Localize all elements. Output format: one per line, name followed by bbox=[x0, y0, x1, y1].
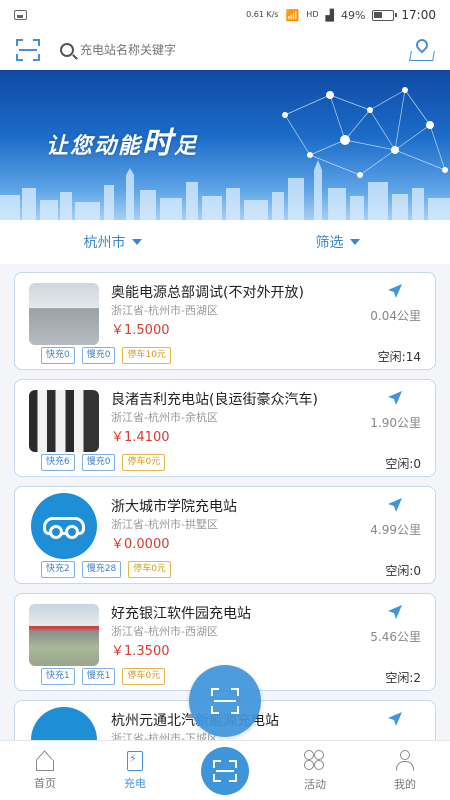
tab-activity-label: 活动 bbox=[304, 777, 326, 791]
navigate-arrow-icon[interactable] bbox=[387, 711, 403, 727]
activity-icon bbox=[304, 749, 326, 772]
charger-tags: 快充6 慢充0 停车0元 bbox=[41, 454, 166, 471]
station-distance: 1.90公里 bbox=[370, 416, 421, 430]
promo-banner[interactable]: 让您动能时足 bbox=[0, 70, 450, 220]
fast-charge-tag: 快充2 bbox=[41, 561, 75, 578]
charging-icon bbox=[127, 750, 143, 771]
home-icon bbox=[34, 749, 56, 771]
chevron-down-icon bbox=[131, 239, 142, 245]
tab-me-label: 我的 bbox=[394, 777, 416, 791]
search-icon bbox=[60, 43, 74, 57]
station-logo bbox=[31, 707, 97, 740]
parking-tag: 停车10元 bbox=[122, 347, 171, 364]
parking-tag: 停车0元 bbox=[122, 668, 166, 685]
station-card[interactable]: 良渚吉利充电站(良运街豪众汽车) 浙江省-杭州市-余杭区 ￥1.4100 1.9… bbox=[14, 379, 436, 477]
battery-icon bbox=[372, 9, 398, 21]
station-photo bbox=[29, 283, 99, 345]
navigate-arrow-icon[interactable] bbox=[387, 604, 403, 620]
top-bar bbox=[0, 30, 450, 70]
search-bar[interactable] bbox=[60, 43, 410, 57]
user-icon bbox=[394, 749, 416, 772]
scan-tab-button bbox=[201, 746, 249, 795]
charger-tags: 快充0 慢充0 停车10元 bbox=[41, 347, 171, 364]
parking-tag: 停车0元 bbox=[122, 454, 166, 471]
station-distance: 5.46公里 bbox=[370, 630, 421, 644]
slow-charge-tag: 慢充0 bbox=[81, 347, 116, 364]
battery-percent: 49% bbox=[340, 8, 366, 22]
floating-scan-button[interactable] bbox=[189, 665, 261, 737]
navigate-arrow-icon[interactable] bbox=[387, 283, 403, 299]
station-card[interactable]: 奥能电源总部调试(不对外开放) 浙江省-杭州市-西湖区 ￥1.5000 0.04… bbox=[14, 272, 436, 370]
station-card[interactable]: 浙大城市学院充电站 浙江省-杭州市-拱墅区 ￥0.0000 4.99公里 快充2… bbox=[14, 486, 436, 584]
idle-count: 空闲:2 bbox=[385, 671, 421, 685]
scan-icon bbox=[211, 688, 239, 714]
network-speed: 0.61 K/s bbox=[246, 10, 279, 19]
car-icon bbox=[43, 517, 85, 539]
parking-tag: 停车0元 bbox=[128, 561, 171, 578]
bottom-tab-bar: 首页 充电 活动 我的 bbox=[0, 740, 450, 800]
filter-bar: 杭州市 筛选 bbox=[0, 220, 450, 264]
slow-charge-tag: 慢充1 bbox=[81, 668, 116, 685]
search-input[interactable] bbox=[80, 43, 360, 57]
slow-charge-tag: 慢充0 bbox=[81, 454, 116, 471]
gallery-notification-icon bbox=[14, 10, 27, 20]
scan-icon[interactable] bbox=[16, 39, 40, 61]
station-name: 浙大城市学院充电站 bbox=[111, 499, 237, 515]
station-price: ￥1.4100 bbox=[111, 430, 170, 445]
charger-tags: 快充2 慢充28 停车0元 bbox=[41, 561, 171, 578]
idle-count: 空闲:0 bbox=[385, 457, 421, 471]
status-bar: 0.61 K/s 📶 HD ▟ 49% 17:00 bbox=[0, 0, 450, 30]
navigate-arrow-icon[interactable] bbox=[387, 497, 403, 513]
charger-tags: 快充1 慢充1 停车0元 bbox=[41, 668, 166, 685]
filter-dropdown[interactable]: 筛选 bbox=[225, 232, 450, 252]
station-name: 奥能电源总部调试(不对外开放) bbox=[111, 285, 304, 301]
clock: 17:00 bbox=[401, 8, 436, 22]
station-name: 好充银江软件园充电站 bbox=[111, 606, 251, 622]
station-distance: 0.04公里 bbox=[370, 309, 421, 323]
station-address: 浙江省-杭州市-余杭区 bbox=[111, 411, 218, 424]
station-address: 浙江省-杭州市-拱墅区 bbox=[111, 518, 218, 531]
banner-slogan: 让您动能时足 bbox=[46, 126, 199, 161]
station-price: ￥0.0000 bbox=[111, 537, 170, 552]
map-location-icon[interactable] bbox=[409, 36, 435, 61]
city-label: 杭州市 bbox=[83, 235, 126, 251]
city-dropdown[interactable]: 杭州市 bbox=[0, 232, 225, 252]
hd-indicator: HD bbox=[306, 10, 319, 19]
fast-charge-tag: 快充0 bbox=[41, 347, 75, 364]
chevron-down-icon bbox=[349, 239, 360, 245]
station-address: 浙江省-杭州市-下城区 bbox=[111, 732, 218, 740]
tab-charge[interactable]: 充电 bbox=[90, 741, 180, 800]
station-distance: 4.99公里 bbox=[370, 523, 421, 537]
tab-charge-label: 充电 bbox=[124, 776, 146, 790]
tab-activity[interactable]: 活动 bbox=[270, 741, 360, 800]
idle-count: 空闲:0 bbox=[385, 564, 421, 578]
station-address: 浙江省-杭州市-西湖区 bbox=[111, 625, 218, 638]
scan-icon bbox=[213, 759, 237, 782]
station-name: 良渚吉利充电站(良运街豪众汽车) bbox=[111, 392, 318, 408]
tab-me[interactable]: 我的 bbox=[360, 741, 450, 800]
filter-label: 筛选 bbox=[315, 235, 344, 251]
tab-scan[interactable] bbox=[180, 741, 270, 800]
tab-home-label: 首页 bbox=[34, 776, 56, 790]
tab-home[interactable]: 首页 bbox=[0, 741, 90, 800]
station-address: 浙江省-杭州市-西湖区 bbox=[111, 304, 218, 317]
fast-charge-tag: 快充1 bbox=[41, 668, 75, 685]
station-price: ￥1.5000 bbox=[111, 323, 170, 338]
idle-count: 空闲:14 bbox=[377, 350, 421, 364]
signal-icon: ▟ bbox=[325, 8, 334, 22]
slow-charge-tag: 慢充28 bbox=[81, 561, 122, 578]
station-logo bbox=[31, 493, 97, 559]
station-photo bbox=[29, 604, 99, 666]
station-price: ￥1.3500 bbox=[111, 644, 170, 659]
fast-charge-tag: 快充6 bbox=[41, 454, 75, 471]
navigate-arrow-icon[interactable] bbox=[387, 390, 403, 406]
station-photo bbox=[29, 390, 99, 452]
wifi-icon: 📶 bbox=[285, 8, 300, 22]
